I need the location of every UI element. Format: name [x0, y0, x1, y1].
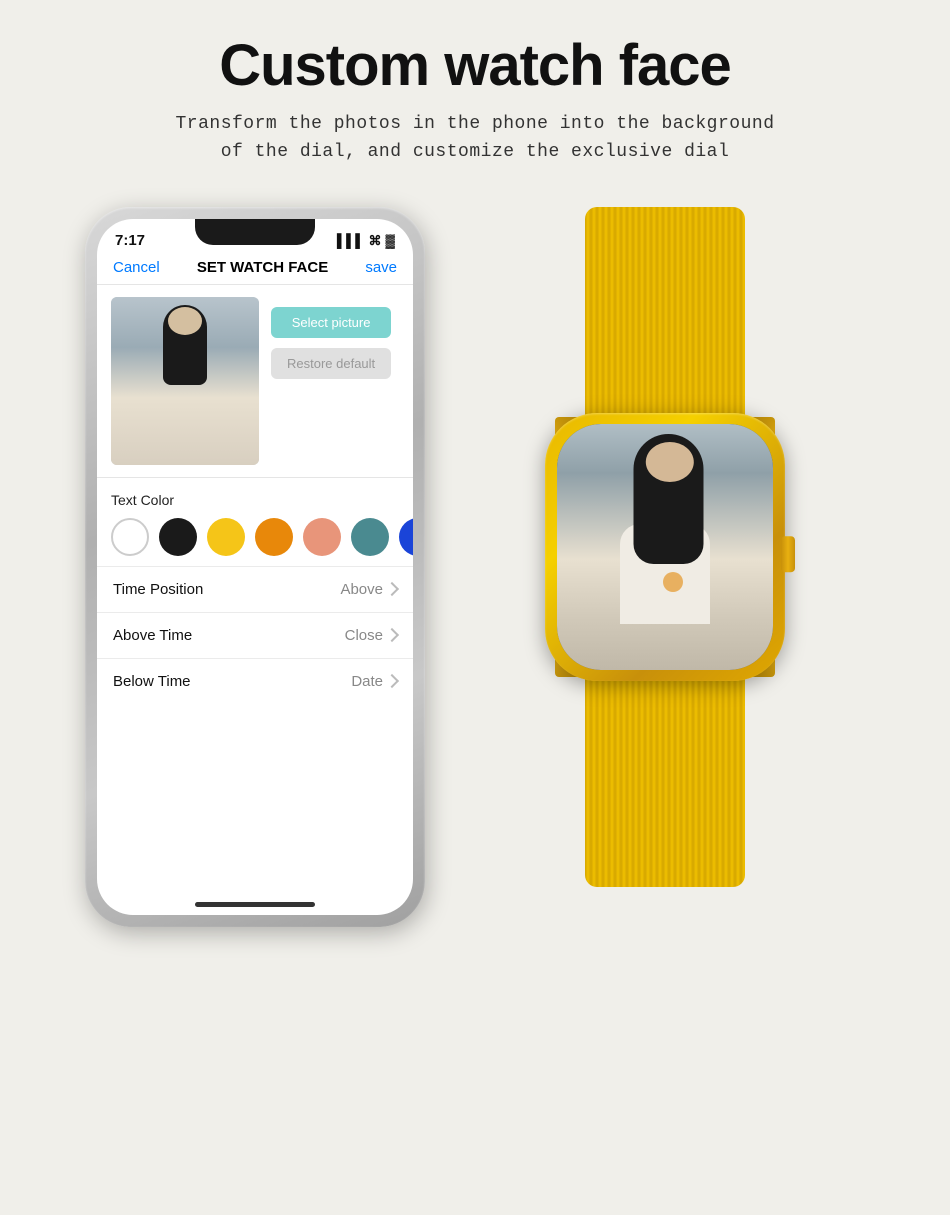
chevron-icon-above-time — [385, 628, 399, 642]
status-icons: ▌▌▌ ⌘ ▓ — [337, 233, 395, 249]
color-teal[interactable] — [351, 518, 389, 556]
watch-figure-head — [646, 442, 694, 482]
watch-container — [475, 207, 855, 887]
subtitle: Transform the photos in the phone into t… — [0, 111, 950, 167]
photo-buttons: Select picture Restore default — [271, 297, 391, 379]
phone-inner: 7:17 ▌▌▌ ⌘ ▓ Cancel SET WATCH FACE save — [97, 219, 413, 915]
photo-preview — [111, 297, 259, 465]
menu-row-above-time[interactable]: Above Time Close — [97, 612, 413, 658]
menu-label-below-time: Below Time — [113, 673, 191, 690]
phone-notch — [195, 219, 315, 245]
menu-value-wrap-below-time: Date — [351, 673, 397, 690]
page-header: Custom watch face Transform the photos i… — [0, 0, 950, 177]
menu-label-above-time: Above Time — [113, 627, 192, 644]
menu-value-wrap-above-time: Close — [345, 627, 397, 644]
menu-value-wrap-time-position: Above — [340, 581, 397, 598]
photo-figure — [111, 297, 259, 465]
cancel-button[interactable]: Cancel — [113, 259, 160, 276]
chevron-icon-time-position — [385, 582, 399, 596]
band-bottom — [585, 667, 745, 887]
chevron-icon-below-time — [385, 674, 399, 688]
nav-title: SET WATCH FACE — [197, 259, 328, 276]
signal-icon: ▌▌▌ — [337, 233, 365, 248]
menu-row-time-position[interactable]: Time Position Above — [97, 566, 413, 612]
home-indicator — [195, 902, 315, 907]
photo-area: Select picture Restore default — [97, 285, 413, 473]
save-button[interactable]: save — [365, 259, 397, 276]
band-top — [585, 207, 745, 427]
watch-photo — [557, 424, 773, 670]
watch-case — [545, 413, 785, 681]
phone-outer: 7:17 ▌▌▌ ⌘ ▓ Cancel SET WATCH FACE save — [85, 207, 425, 927]
wifi-icon: ⌘ — [369, 233, 382, 249]
watch-mockup — [465, 207, 865, 887]
divider-1 — [97, 477, 413, 478]
watch-crown — [781, 536, 795, 572]
nav-bar: Cancel SET WATCH FACE save — [97, 255, 413, 285]
menu-value-below-time: Date — [351, 673, 383, 690]
menu-label-time-position: Time Position — [113, 581, 203, 598]
color-white[interactable] — [111, 518, 149, 556]
watch-flower — [663, 572, 683, 592]
color-row — [97, 514, 413, 566]
text-color-label: Text Color — [97, 482, 413, 514]
menu-value-time-position: Above — [340, 581, 383, 598]
battery-icon: ▓ — [386, 233, 395, 248]
color-black[interactable] — [159, 518, 197, 556]
watch-screen — [557, 424, 773, 670]
menu-row-below-time[interactable]: Below Time Date — [97, 658, 413, 704]
menu-value-above-time: Close — [345, 627, 383, 644]
color-blue[interactable] — [399, 518, 413, 556]
page-title: Custom watch face — [0, 32, 950, 99]
phone-mockup: 7:17 ▌▌▌ ⌘ ▓ Cancel SET WATCH FACE save — [85, 207, 425, 927]
content-area: 7:17 ▌▌▌ ⌘ ▓ Cancel SET WATCH FACE save — [0, 207, 950, 927]
color-peach[interactable] — [303, 518, 341, 556]
color-yellow[interactable] — [207, 518, 245, 556]
color-orange[interactable] — [255, 518, 293, 556]
status-time: 7:17 — [115, 232, 145, 249]
select-picture-button[interactable]: Select picture — [271, 307, 391, 338]
restore-default-button[interactable]: Restore default — [271, 348, 391, 379]
